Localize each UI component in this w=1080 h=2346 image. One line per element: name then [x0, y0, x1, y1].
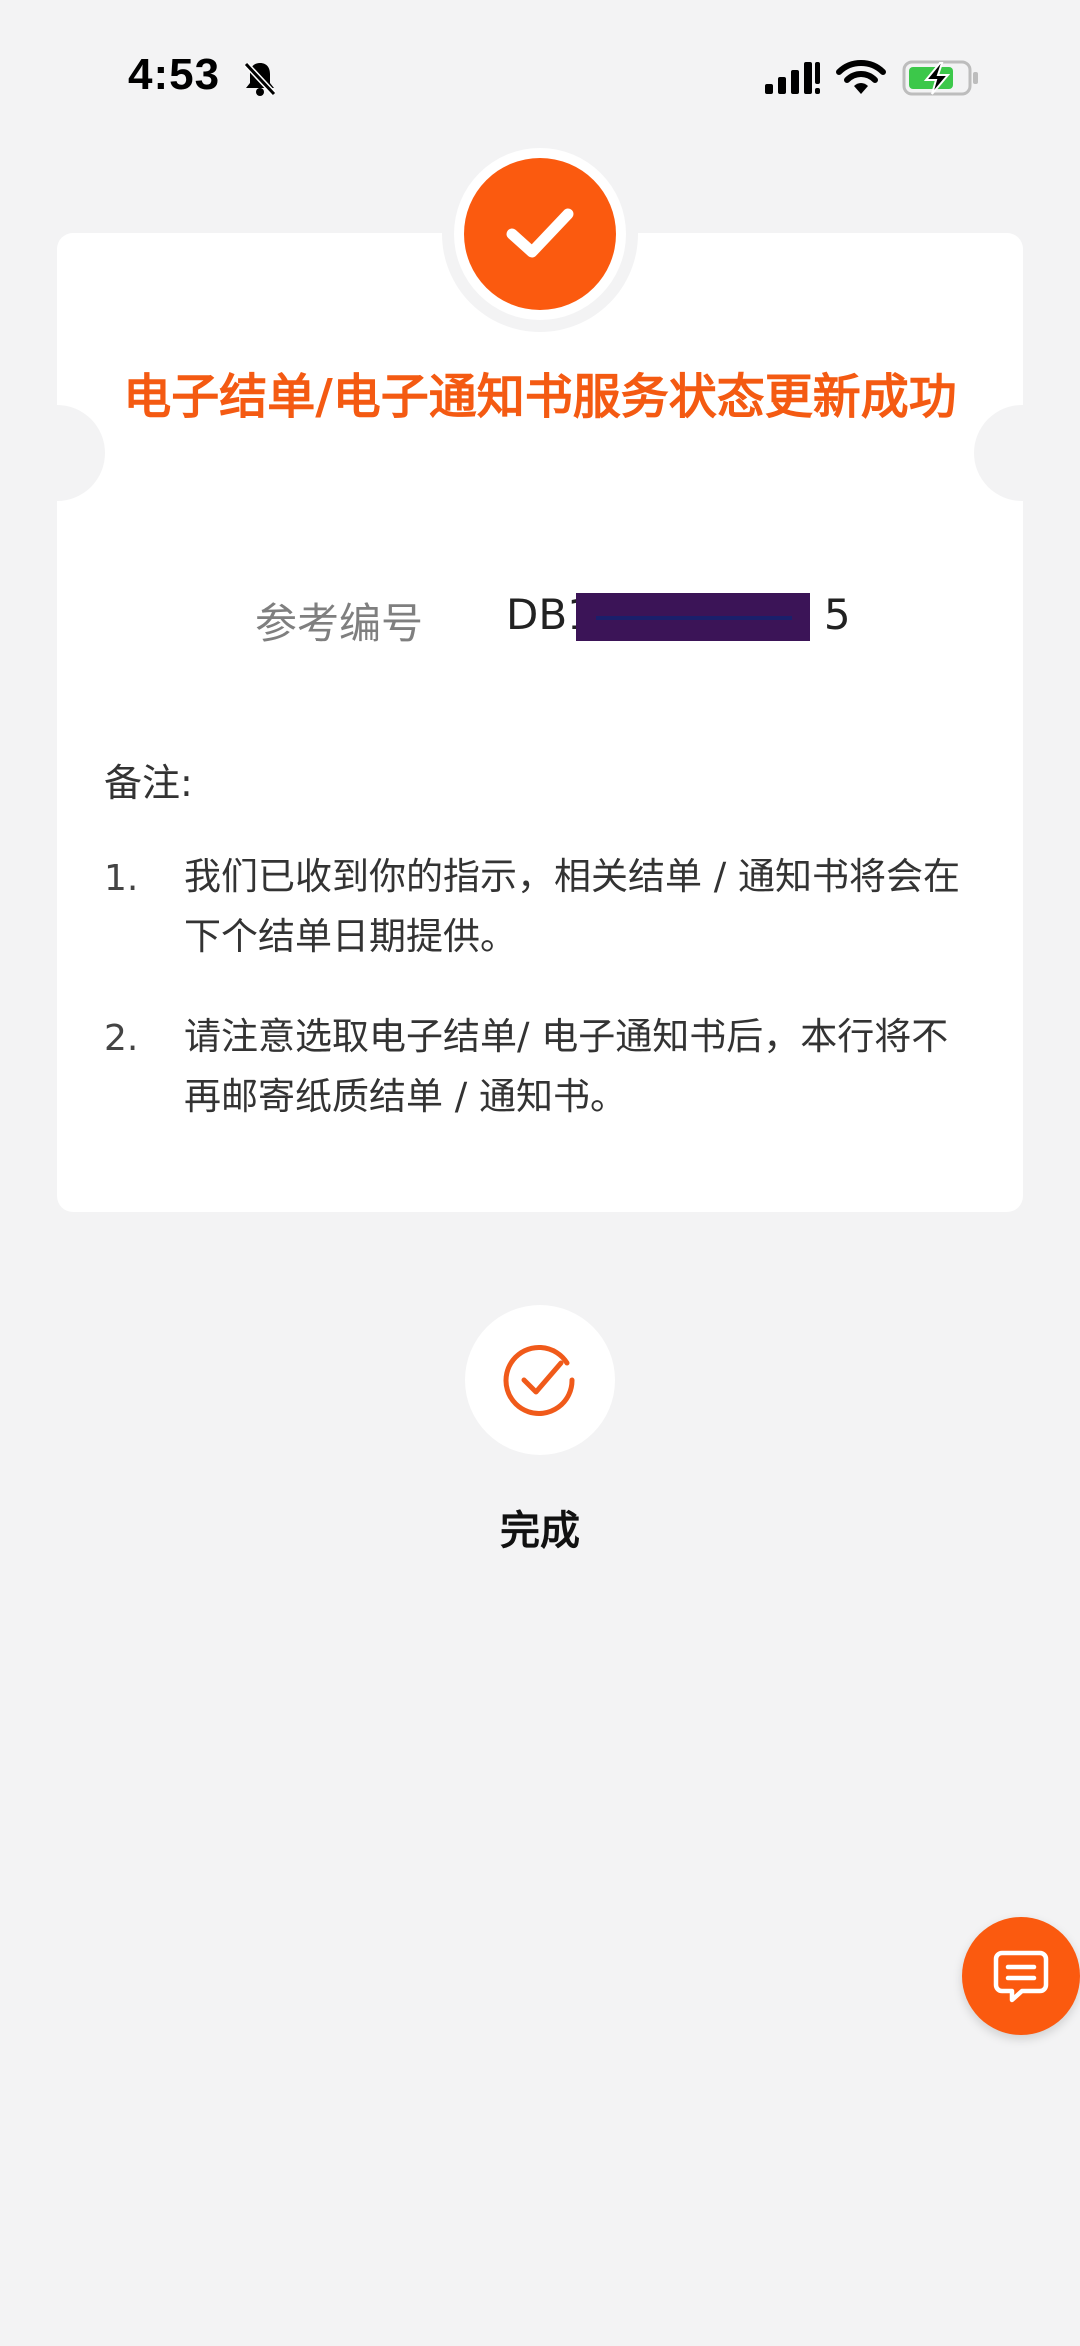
- status-bar: 4:53: [0, 0, 1080, 150]
- reference-label: 参考编号: [255, 599, 424, 648]
- signal-icon: [765, 62, 820, 94]
- success-badge: [464, 158, 616, 310]
- redaction-line: [596, 616, 792, 620]
- status-time: 4:53: [128, 50, 221, 99]
- remark-number: 2.: [104, 1018, 139, 1059]
- remarks-label: 备注:: [104, 761, 193, 805]
- chat-button[interactable]: [962, 1917, 1080, 2035]
- battery-charging-icon: [902, 60, 978, 96]
- card-notch-right: [974, 405, 1070, 501]
- done-label[interactable]: 完成: [440, 1498, 640, 1556]
- circle-check-icon: [503, 1344, 575, 1416]
- check-icon: [506, 208, 574, 258]
- remark-text: 请注意选取电子结单/ 电子通知书后，本行将不再邮寄纸质结单 / 通知书。: [184, 1015, 949, 1118]
- page-title: 电子结单/电子通知书服务状态更新成功: [123, 369, 957, 425]
- remark-number: 1.: [104, 858, 139, 899]
- reference-value-end: 5: [823, 590, 851, 639]
- done-button[interactable]: [465, 1305, 615, 1455]
- bell-muted-icon: [243, 61, 277, 97]
- chat-bubble-icon: [993, 1950, 1049, 2003]
- remark-text: 我们已收到你的指示，相关结单 / 通知书将会在下个结单日期提供。: [184, 855, 960, 958]
- wifi-icon: [836, 60, 886, 94]
- card-notch-left: [9, 405, 105, 501]
